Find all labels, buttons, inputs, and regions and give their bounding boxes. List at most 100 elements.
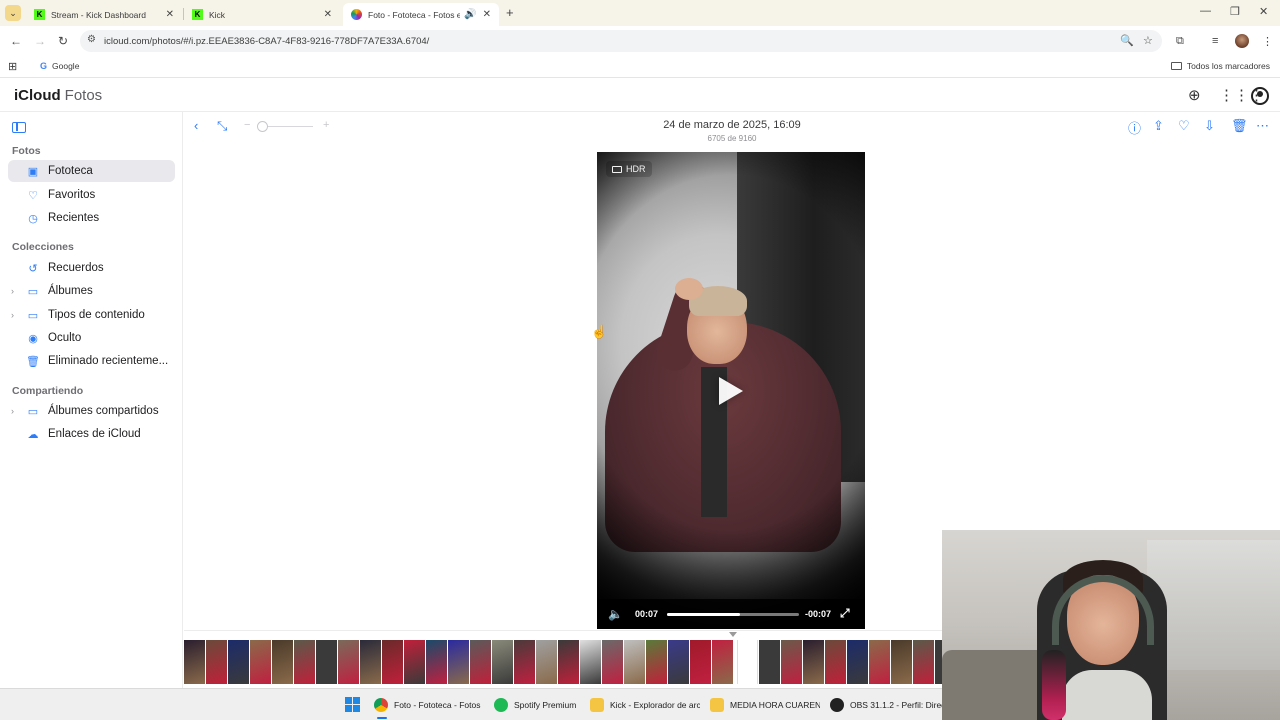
all-bookmarks-button[interactable]: Todos los marcadores — [1170, 61, 1270, 71]
sidebar-item-enlaces-icloud[interactable]: ☁ Enlaces de iCloud — [8, 423, 175, 445]
filmstrip-thumbnail[interactable] — [759, 640, 780, 684]
sidebar-item-favoritos[interactable]: ♡ Favoritos — [8, 184, 175, 206]
back-chevron-icon[interactable]: ‹ — [194, 118, 198, 133]
delete-icon[interactable]: 🗑 — [1231, 118, 1248, 134]
filmstrip-thumbnail[interactable] — [228, 640, 249, 684]
site-info-icon[interactable]: ⚙ — [87, 34, 96, 45]
icloud-photos-logo[interactable]: iCloud Fotos — [12, 87, 102, 104]
share-icon[interactable]: ⇪ — [1153, 118, 1164, 134]
bookmark-google[interactable]: G Google — [40, 61, 79, 71]
filmstrip-thumbnail[interactable] — [514, 640, 535, 684]
filmstrip-thumbnail[interactable] — [250, 640, 271, 684]
sidebar-item-tipos-de-contenido[interactable]: › ▭ Tipos de contenido — [8, 304, 175, 326]
filmstrip-thumbnail[interactable] — [825, 640, 846, 684]
sidebar-toggle-icon[interactable] — [12, 122, 26, 133]
taskbar-item-spotify[interactable]: Spotify Premium — [494, 689, 582, 720]
filmstrip-thumbnail[interactable] — [690, 640, 711, 684]
media-controls-icon[interactable]: ≡ — [1212, 35, 1218, 47]
filmstrip-thumbnail[interactable] — [668, 640, 689, 684]
filmstrip-thumbnail[interactable] — [316, 640, 337, 684]
filmstrip-thumbnail[interactable] — [448, 640, 469, 684]
forward-icon[interactable]: → — [34, 34, 46, 48]
sidebar-item-eliminado[interactable]: 🗑 Eliminado recienteme... — [8, 350, 175, 372]
chrome-menu-icon[interactable]: ⋮ — [1262, 35, 1273, 48]
taskbar-item-chrome[interactable]: Foto - Fototeca - Fotos — [374, 689, 486, 720]
filmstrip-thumbnail[interactable] — [869, 640, 890, 684]
new-tab-button[interactable]: + — [506, 5, 514, 20]
close-tab-icon[interactable]: ✕ — [166, 9, 174, 20]
filmstrip-thumbnail[interactable] — [781, 640, 802, 684]
zoom-in-icon[interactable]: + — [323, 119, 329, 131]
volume-icon[interactable]: 🔈 — [608, 607, 623, 621]
filmstrip-thumbnail[interactable] — [712, 640, 733, 684]
profile-avatar[interactable] — [1235, 34, 1249, 48]
filmstrip-thumbnail[interactable] — [803, 640, 824, 684]
reload-icon[interactable]: ↻ — [58, 34, 68, 48]
speaker-icon[interactable]: 🔊 — [464, 9, 476, 20]
more-options-icon[interactable]: ⋯ — [1256, 118, 1269, 134]
zoom-icon[interactable]: 🔍 — [1120, 34, 1134, 47]
taskbar-item-explorer-media[interactable]: MEDIA HORA CUARENT — [710, 689, 820, 720]
sidebar-item-fototeca[interactable]: ▣ Fototeca — [8, 160, 175, 182]
filmstrip-thumbnail[interactable] — [382, 640, 403, 684]
filmstrip-thumbnail[interactable] — [206, 640, 227, 684]
sidebar-item-oculto[interactable]: ◉ Oculto — [8, 327, 175, 349]
play-icon[interactable] — [719, 377, 743, 405]
filmstrip-thumbnail[interactable] — [360, 640, 381, 684]
omnibox[interactable]: ⚙ icloud.com/photos/#/i.pz.EEAE3836-C8A7… — [80, 30, 1162, 52]
sidebar-item-recuerdos[interactable]: ↺ Recuerdos — [8, 257, 175, 279]
filmstrip-thumbnail[interactable] — [492, 640, 513, 684]
filmstrip-thumbnail[interactable] — [338, 640, 359, 684]
filmstrip-thumbnail[interactable] — [935, 640, 942, 684]
bookmark-star-icon[interactable]: ☆ — [1143, 34, 1153, 47]
filmstrip-thumbnail[interactable] — [558, 640, 579, 684]
chevron-right-icon[interactable]: › — [11, 286, 14, 296]
collapse-icon[interactable]: ⤡ — [217, 118, 227, 134]
video-viewer[interactable]: HDR 🔈 00:07 -00:07 ⤢ — [597, 152, 865, 629]
taskbar-item-explorer-kick[interactable]: Kick - Explorador de arc — [590, 689, 700, 720]
zoom-slider-knob[interactable] — [257, 121, 268, 132]
chevron-right-icon[interactable]: › — [11, 406, 14, 416]
sidebar-item-recientes[interactable]: ◷ Recientes — [8, 207, 175, 229]
add-icon[interactable]: ⊕ — [1188, 86, 1201, 104]
url-text[interactable]: icloud.com/photos/#/i.pz.EEAE3836-C8A7-4… — [104, 36, 429, 47]
filmstrip-thumbnail[interactable] — [602, 640, 623, 684]
filmstrip-thumbnail[interactable] — [184, 640, 205, 684]
filmstrip[interactable] — [184, 640, 942, 684]
filmstrip-thumbnail[interactable] — [891, 640, 912, 684]
filmstrip-thumbnail[interactable] — [536, 640, 557, 684]
apps-grid-icon[interactable]: ⊞ — [8, 60, 17, 73]
filmstrip-thumbnail[interactable] — [580, 640, 601, 684]
taskbar-item-obs[interactable]: OBS 31.1.2 - Perfil: Direct — [830, 689, 942, 720]
tab-kick[interactable]: K Kick ✕ — [184, 3, 340, 26]
filmstrip-thumbnail[interactable] — [426, 640, 447, 684]
tab-kick-dashboard[interactable]: K Stream - Kick Dashboard ✕ — [26, 3, 182, 26]
close-tab-icon[interactable]: ✕ — [483, 9, 491, 20]
tab-search-button[interactable]: ⌄ — [5, 5, 21, 21]
close-tab-icon[interactable]: ✕ — [324, 9, 332, 20]
filmstrip-thumbnail[interactable] — [847, 640, 868, 684]
filmstrip-thumbnail[interactable] — [737, 640, 758, 684]
sidebar-item-albumes-compartidos[interactable]: › ▭ Álbumes compartidos — [8, 400, 175, 422]
extensions-icon[interactable]: ⧉ — [1176, 35, 1184, 48]
back-icon[interactable]: ← — [10, 34, 22, 48]
fullscreen-icon[interactable]: ⤢ — [840, 606, 850, 621]
favorite-heart-icon[interactable]: ♡ — [1178, 118, 1190, 134]
video-scrubber[interactable] — [667, 613, 799, 616]
tab-icloud-photos[interactable]: Foto - Fototeca - Fotos en i 🔊 ✕ — [343, 3, 499, 26]
filmstrip-thumbnail[interactable] — [272, 640, 293, 684]
filmstrip-thumbnail[interactable] — [294, 640, 315, 684]
sidebar-item-albumes[interactable]: › ▭ Álbumes — [8, 280, 175, 302]
account-icon[interactable] — [1251, 87, 1269, 105]
close-window-icon[interactable]: ✕ — [1259, 5, 1268, 18]
windows-start-icon[interactable] — [345, 697, 360, 712]
filmstrip-thumbnail[interactable] — [913, 640, 934, 684]
filmstrip-thumbnail[interactable] — [646, 640, 667, 684]
download-icon[interactable]: ⇩ — [1204, 118, 1215, 134]
filmstrip-thumbnail[interactable] — [624, 640, 645, 684]
info-icon[interactable]: ⓘ — [1128, 118, 1141, 137]
zoom-out-icon[interactable]: − — [244, 119, 250, 131]
filmstrip-thumbnail[interactable] — [470, 640, 491, 684]
minimize-icon[interactable]: — — [1200, 5, 1211, 17]
restore-icon[interactable]: ❐ — [1230, 5, 1240, 18]
